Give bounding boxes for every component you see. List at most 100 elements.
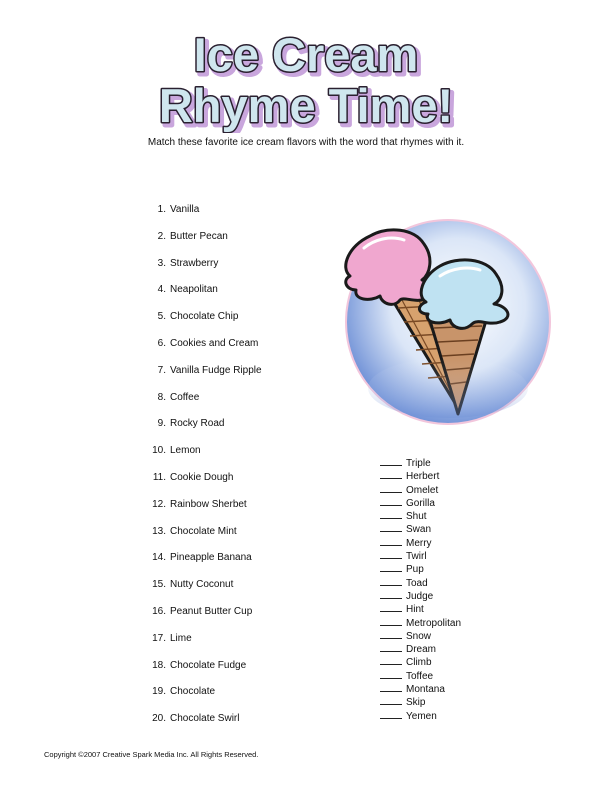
flavor-name: Rainbow Sherbet — [170, 498, 247, 510]
rhyme-word: Metropolitan — [406, 617, 462, 629]
flavor-list: 1. Vanilla 2. Butter Pecan 3. Strawberry 4. Nea… — [140, 203, 262, 739]
rhyme-item: Herbert — [380, 469, 461, 482]
answer-blank[interactable] — [380, 522, 402, 533]
flavor-item: 9. Rocky Road — [140, 417, 262, 444]
flavor-item: 16. Peanut Butter Cup — [140, 605, 262, 632]
flavor-number: 18. — [152, 659, 166, 671]
rhyme-word: Omelet — [406, 484, 439, 496]
halo-bottom-shade — [368, 358, 528, 418]
flavor-name: Lemon — [170, 445, 201, 457]
rhyme-item: Twirl — [380, 549, 461, 562]
answer-blank[interactable] — [380, 549, 402, 560]
flavor-item: 6. Cookies and Cream — [140, 337, 262, 364]
flavor-name: Peanut Butter Cup — [170, 605, 253, 617]
title-line2: Rhyme Time! — [159, 79, 453, 132]
answer-blank[interactable] — [380, 669, 402, 679]
answer-blank[interactable] — [380, 562, 402, 573]
flavor-number: 14. — [152, 552, 166, 564]
answer-blank[interactable] — [380, 469, 402, 480]
flavor-number: 17. — [152, 632, 166, 644]
rhyme-word: Snow — [406, 630, 432, 642]
rhyme-item: Omelet — [380, 483, 461, 496]
flavor-number: 1. — [157, 204, 166, 215]
rhyme-word: Dream — [406, 644, 437, 656]
flavor-number: 7. — [157, 364, 166, 376]
flavor-item: 5. Chocolate Chip — [140, 310, 262, 337]
flavor-number: 2. — [157, 230, 166, 242]
flavor-name: Nutty Coconut — [170, 579, 234, 591]
rhyme-item: Gorilla — [380, 496, 461, 509]
flavor-item: 3. Strawberry — [140, 257, 262, 284]
flavor-number: 15. — [152, 579, 166, 591]
flavor-item: 15. Nutty Coconut — [140, 578, 262, 605]
rhyme-item: Triple — [380, 456, 461, 469]
rhyme-item: Pup — [380, 562, 461, 575]
flavor-item: 4. Neapolitan — [140, 283, 262, 310]
rhyme-item: Metropolitan — [380, 616, 461, 629]
flavor-item: 18. Chocolate Fudge — [140, 659, 262, 686]
flavor-item: 19. Chocolate — [140, 685, 262, 712]
flavor-item: 1. Vanilla — [140, 203, 262, 230]
rhyme-item: Hint — [380, 602, 461, 615]
flavor-name: Rocky Road — [170, 418, 225, 430]
rhyme-item: Swan — [380, 522, 461, 535]
rhyme-word: Skip — [406, 697, 426, 709]
answer-blank[interactable] — [380, 589, 402, 599]
flavor-item: 12. Rainbow Sherbet — [140, 498, 262, 525]
title-line1: Ice Cream — [194, 28, 419, 81]
flavor-number: 3. — [157, 257, 166, 269]
flavor-item: 11. Cookie Dough — [140, 471, 262, 498]
flavor-name: Vanilla — [170, 204, 200, 215]
flavor-item: 13. Chocolate Mint — [140, 525, 262, 552]
rhyme-item: Yemen — [380, 709, 461, 722]
rhyme-word: Toad — [406, 577, 428, 589]
flavor-item: 2. Butter Pecan — [140, 230, 262, 257]
answer-blank[interactable] — [380, 483, 402, 493]
flavor-number: 6. — [157, 337, 166, 349]
answer-blank[interactable] — [380, 509, 402, 520]
rhyme-word: Pup — [406, 564, 424, 576]
rhyme-word: Gorilla — [406, 497, 435, 509]
answer-blank[interactable] — [380, 576, 402, 586]
answer-blank[interactable] — [380, 695, 402, 706]
answer-blank[interactable] — [380, 536, 402, 546]
answer-blank[interactable] — [380, 629, 402, 639]
flavor-name: Neapolitan — [170, 284, 218, 296]
flavor-name: Chocolate Swirl — [170, 713, 240, 725]
flavor-name: Chocolate — [170, 686, 216, 698]
flavor-number: 12. — [152, 498, 166, 510]
rhyme-item: Judge — [380, 589, 461, 602]
flavor-name: Chocolate Chip — [170, 311, 239, 323]
flavor-name: Cookies and Cream — [170, 337, 259, 349]
rhyme-word: Yemen — [406, 710, 437, 722]
answer-blank[interactable] — [380, 602, 402, 613]
flavor-name: Strawberry — [170, 257, 219, 269]
flavor-number: 9. — [157, 418, 166, 430]
copyright-footer: Copyright ©2007 Creative Spark Media Inc… — [44, 750, 259, 759]
rhyme-word: Climb — [406, 657, 432, 669]
answer-blank[interactable] — [380, 682, 402, 693]
flavor-number: 20. — [152, 713, 166, 725]
answer-blank[interactable] — [380, 709, 402, 719]
answer-blank[interactable] — [380, 456, 402, 466]
flavor-number: 16. — [152, 605, 166, 617]
rhyme-word-list: Triple Herbert Omelet Gorilla Shut Swan Merry T… — [380, 456, 461, 722]
flavor-number: 5. — [157, 311, 166, 323]
answer-blank[interactable] — [380, 496, 402, 506]
rhyme-word: Judge — [406, 590, 434, 602]
rhyme-item: Dream — [380, 642, 461, 655]
flavor-number: 11. — [152, 471, 166, 483]
flavor-name: Lime — [170, 632, 192, 644]
answer-blank[interactable] — [380, 616, 402, 626]
answer-blank[interactable] — [380, 655, 402, 666]
rhyme-word: Herbert — [406, 471, 440, 483]
rhyme-word: Shut — [406, 511, 427, 523]
flavor-item: 17. Lime — [140, 632, 262, 659]
flavor-number: 19. — [152, 686, 166, 698]
flavor-item: 10. Lemon — [140, 444, 262, 471]
flavor-name: Vanilla Fudge Ripple — [170, 364, 262, 376]
flavor-number: 4. — [157, 284, 166, 296]
blue-scoop — [418, 258, 510, 330]
answer-blank[interactable] — [380, 642, 402, 653]
flavor-name: Cookie Dough — [170, 471, 234, 483]
